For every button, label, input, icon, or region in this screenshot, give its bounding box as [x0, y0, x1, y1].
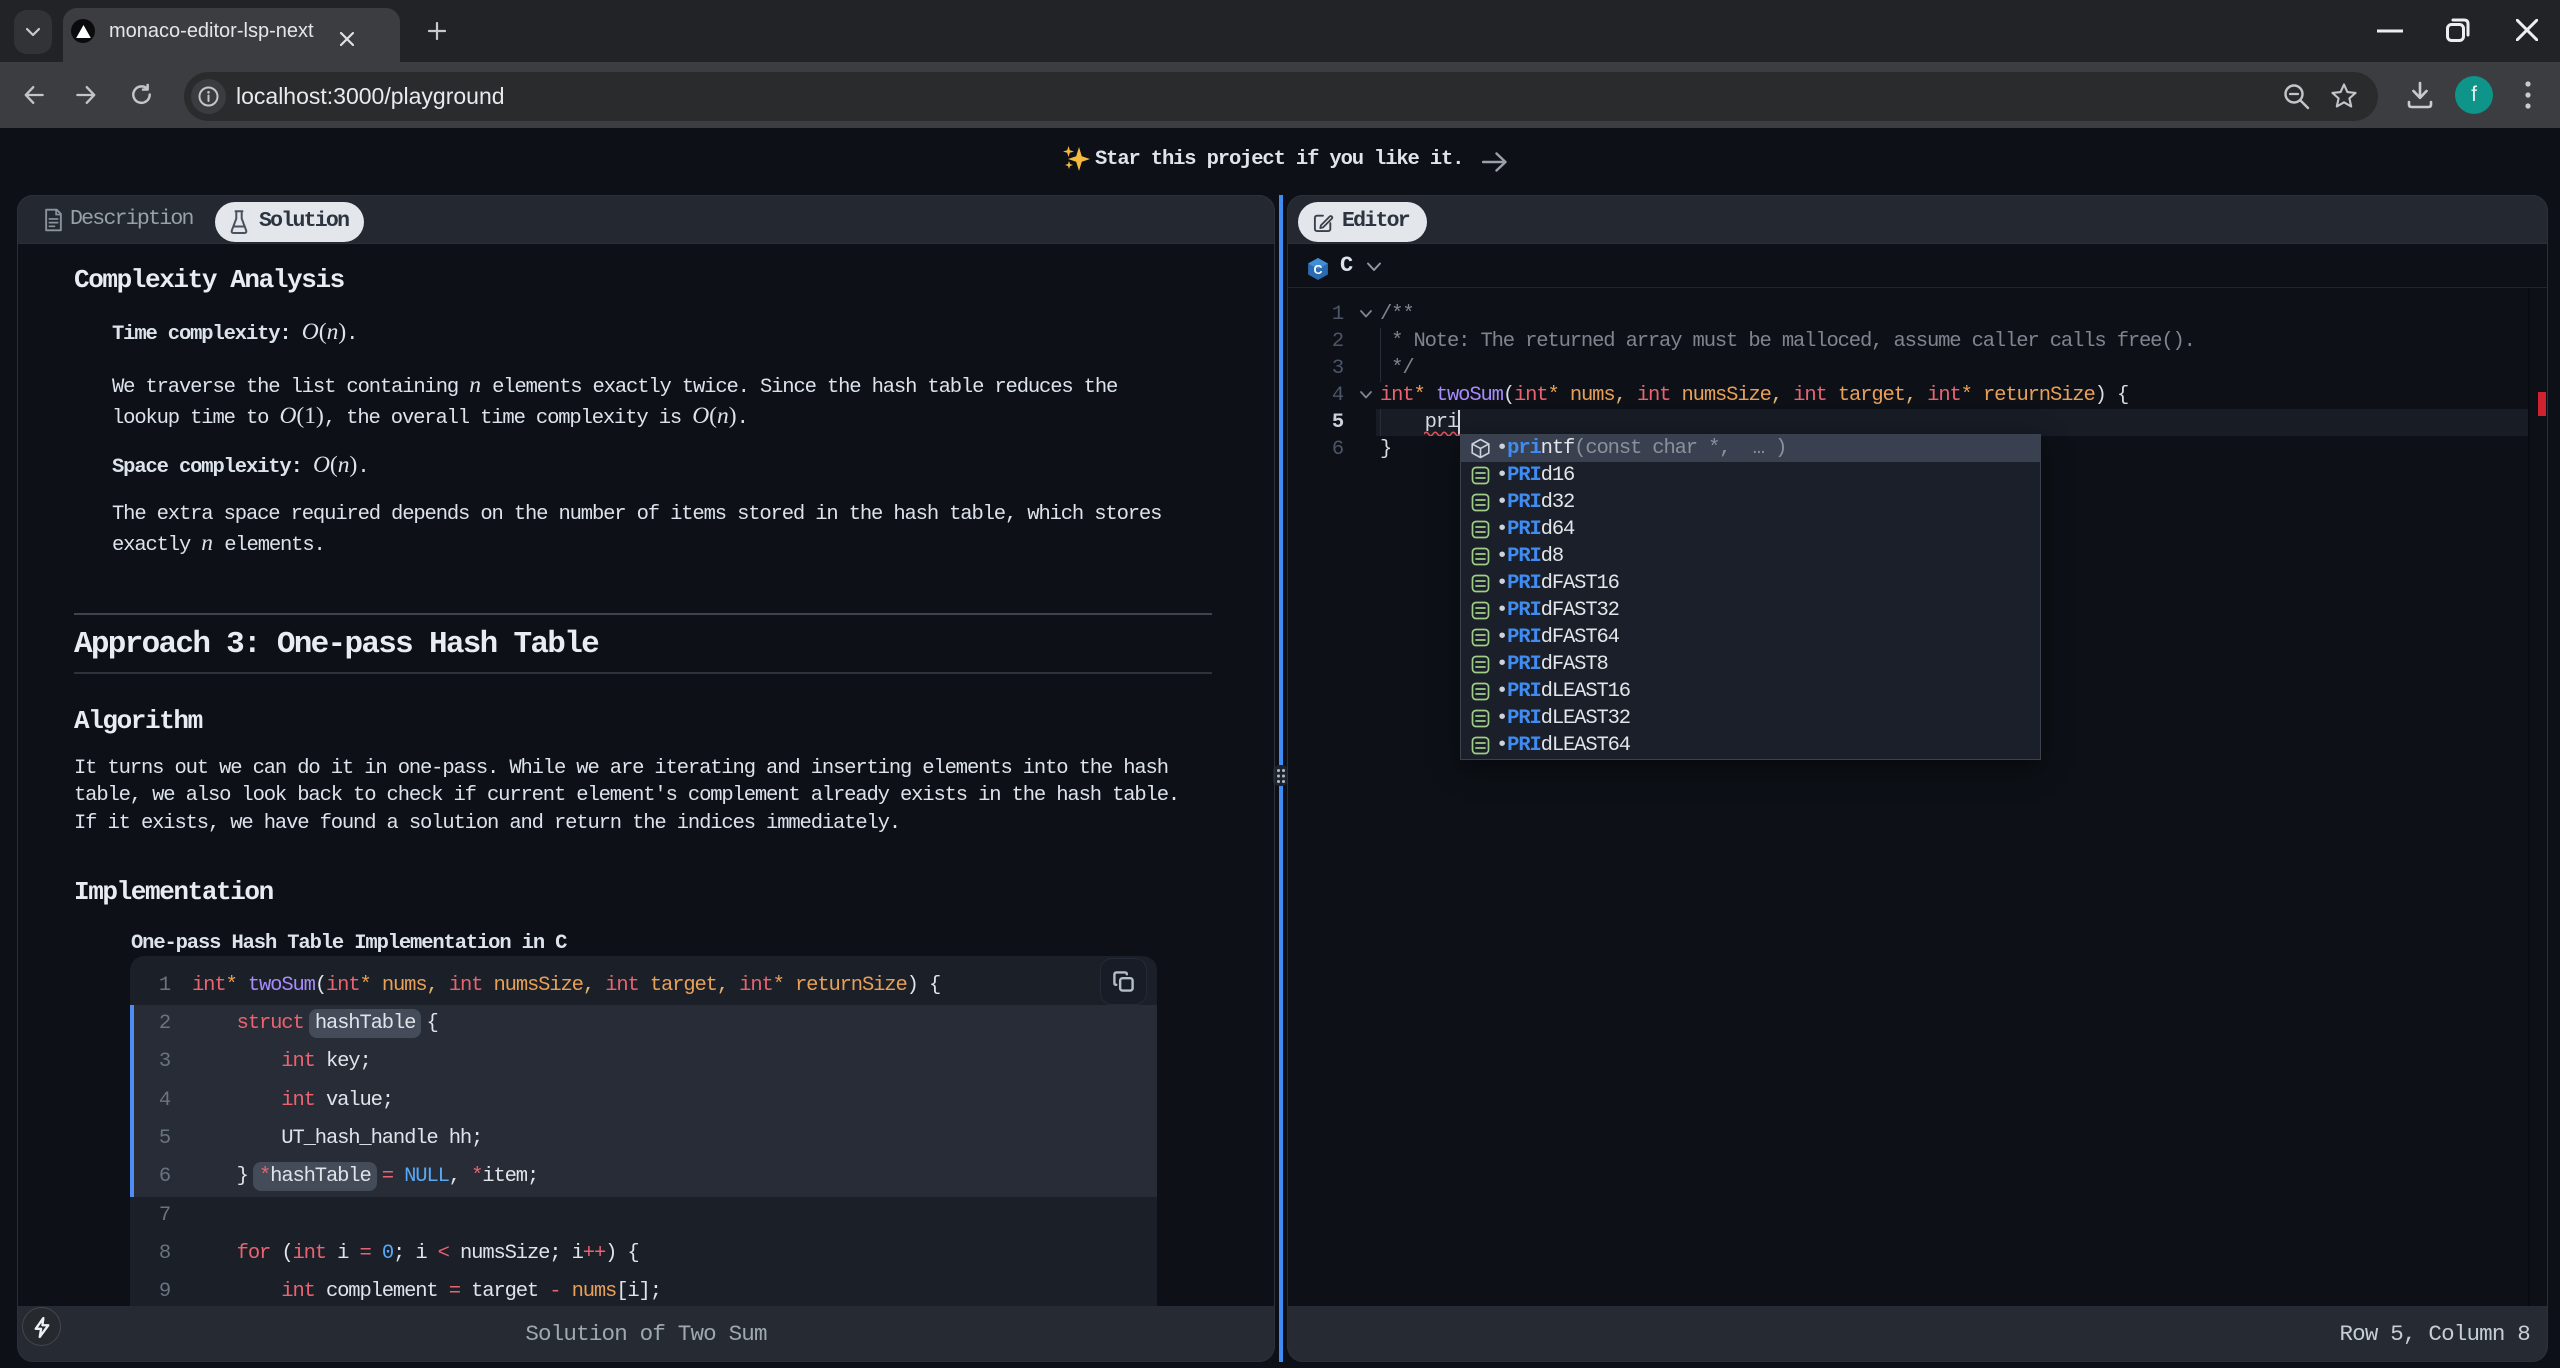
svg-text:C: C	[1314, 263, 1323, 277]
